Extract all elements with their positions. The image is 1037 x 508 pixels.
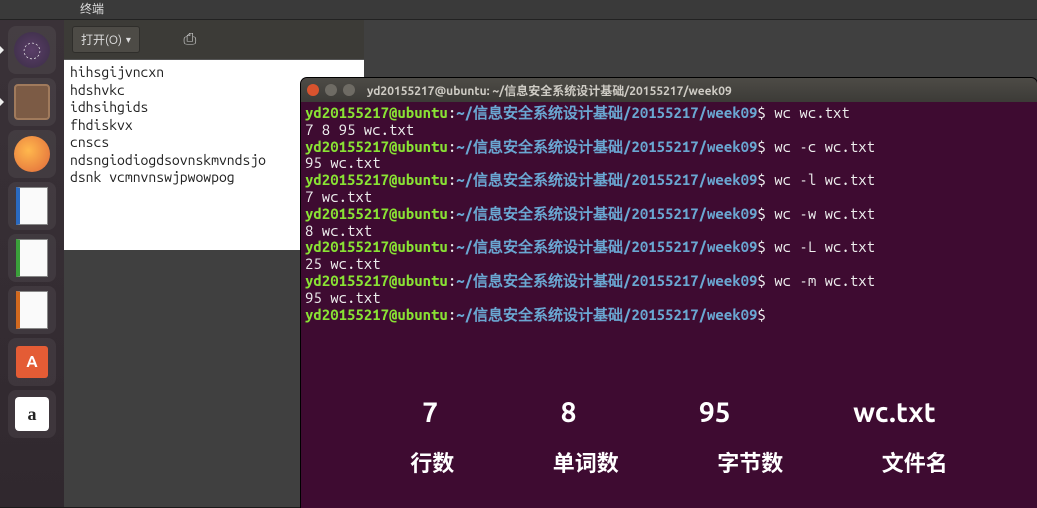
prompt-path: ~/信息安全系统设计基础/20155217/week09 (456, 272, 757, 289)
prompt-colon: : (448, 104, 456, 121)
prompt-path: ~/信息安全系统设计基础/20155217/week09 (456, 104, 757, 121)
prompt-path: ~/信息安全系统设计基础/20155217/week09 (456, 306, 757, 323)
prompt-path: ~/信息安全系统设计基础/20155217/week09 (456, 205, 757, 222)
launcher-item-dash[interactable]: ◌ (8, 26, 56, 74)
prompt-colon: : (448, 171, 456, 188)
launcher-bar: ◌ a (0, 20, 64, 507)
prompt-user: yd20155217@ubuntu (305, 171, 448, 188)
terminal-line: yd20155217@ubuntu:~/信息安全系统设计基础/20155217/… (305, 273, 1033, 290)
prompt-user: yd20155217@ubuntu (305, 306, 448, 323)
chevron-down-icon: ▾ (126, 34, 131, 46)
command-output: 95 wc.txt (305, 290, 1033, 307)
app-titlebar: 终端 (0, 0, 1037, 20)
overlay-label-filename: 文件名 (882, 446, 948, 478)
launcher-item-impress[interactable] (8, 286, 56, 334)
command-text: wc -m wc.txt (774, 272, 875, 289)
ubuntu-icon: ◌ (14, 32, 50, 68)
launcher-item-software[interactable] (8, 338, 56, 386)
overlay-values-row: 7 8 95 wc.txt (361, 397, 997, 428)
terminal-window: yd20155217@ubuntu: ~/信息安全系统设计基础/20155217… (301, 78, 1037, 508)
prompt-dollar: $ (757, 104, 774, 121)
command-text: wc -w wc.txt (774, 205, 875, 222)
presentation-icon (16, 291, 48, 329)
terminal-line: yd20155217@ubuntu:~/信息安全系统设计基础/20155217/… (305, 307, 1033, 324)
overlay-value-words: 8 (561, 397, 577, 428)
open-button-label: 打开(O) (81, 31, 122, 48)
prompt-dollar: $ (757, 138, 774, 155)
prompt-colon: : (448, 272, 456, 289)
firefox-icon (14, 136, 50, 172)
minimize-button[interactable] (325, 84, 337, 96)
command-output: 7 8 95 wc.txt (305, 122, 1033, 139)
wc-overlay: 7 8 95 wc.txt 行数 单词数 字节数 文件名 (361, 397, 997, 478)
terminal-titlebar[interactable]: yd20155217@ubuntu: ~/信息安全系统设计基础/20155217… (301, 78, 1037, 102)
overlay-labels-row: 行数 单词数 字节数 文件名 (361, 446, 997, 478)
prompt-user: yd20155217@ubuntu (305, 104, 448, 121)
launcher-item-calc[interactable] (8, 234, 56, 282)
amazon-icon: a (15, 397, 49, 431)
terminal-line: yd20155217@ubuntu:~/信息安全系统设计基础/20155217/… (305, 239, 1033, 256)
command-text: wc wc.txt (774, 104, 850, 121)
command-output: 95 wc.txt (305, 155, 1033, 172)
launcher-item-firefox[interactable] (8, 130, 56, 178)
terminal-line: yd20155217@ubuntu:~/信息安全系统设计基础/20155217/… (305, 105, 1033, 122)
workspace: 打开(O) ▾ ⎙ hihsgijvncxn hdshvkc idhsihgid… (64, 20, 1037, 507)
command-text: wc -L wc.txt (774, 238, 875, 255)
overlay-value-bytes: 95 (699, 397, 731, 428)
terminal-title: yd20155217@ubuntu: ~/信息安全系统设计基础/20155217… (367, 82, 732, 99)
launcher-item-amazon[interactable]: a (8, 390, 56, 438)
command-output: 7 wc.txt (305, 189, 1033, 206)
overlay-label-lines: 行数 (410, 446, 454, 478)
app-title: 终端 (80, 3, 104, 16)
close-button[interactable] (307, 84, 319, 96)
terminal-line: yd20155217@ubuntu:~/信息安全系统设计基础/20155217/… (305, 139, 1033, 156)
command-output: 8 wc.txt (305, 223, 1033, 240)
launcher-item-writer[interactable] (8, 182, 56, 230)
prompt-user: yd20155217@ubuntu (305, 138, 448, 155)
command-text: wc -c wc.txt (774, 138, 875, 155)
launcher-item-files[interactable] (8, 78, 56, 126)
overlay-value-filename: wc.txt (853, 397, 936, 428)
prompt-colon: : (448, 238, 456, 255)
terminal-line: yd20155217@ubuntu:~/信息安全系统设计基础/20155217/… (305, 172, 1033, 189)
command-output: 25 wc.txt (305, 256, 1033, 273)
command-text: wc -l wc.txt (774, 171, 875, 188)
overlay-value-lines: 7 (422, 397, 438, 428)
document-icon (16, 187, 48, 225)
terminal-line: yd20155217@ubuntu:~/信息安全系统设计基础/20155217/… (305, 206, 1033, 223)
prompt-dollar: $ (757, 306, 765, 323)
new-tab-button[interactable]: ⎙ (178, 28, 202, 52)
software-center-icon (16, 346, 48, 378)
prompt-colon: : (448, 306, 456, 323)
prompt-colon: : (448, 138, 456, 155)
prompt-user: yd20155217@ubuntu (305, 272, 448, 289)
prompt-colon: : (448, 205, 456, 222)
prompt-path: ~/信息安全系统设计基础/20155217/week09 (456, 238, 757, 255)
gedit-toolbar: 打开(O) ▾ ⎙ (64, 20, 364, 60)
prompt-dollar: $ (757, 272, 774, 289)
maximize-button[interactable] (343, 84, 355, 96)
terminal-body[interactable]: yd20155217@ubuntu:~/信息安全系统设计基础/20155217/… (301, 102, 1037, 326)
files-icon (14, 84, 50, 120)
spreadsheet-icon (16, 239, 48, 277)
prompt-path: ~/信息安全系统设计基础/20155217/week09 (456, 171, 757, 188)
prompt-user: yd20155217@ubuntu (305, 238, 448, 255)
prompt-dollar: $ (757, 171, 774, 188)
prompt-dollar: $ (757, 238, 774, 255)
overlay-label-words: 单词数 (553, 446, 619, 478)
open-button[interactable]: 打开(O) ▾ (72, 26, 140, 53)
prompt-user: yd20155217@ubuntu (305, 205, 448, 222)
prompt-dollar: $ (757, 205, 774, 222)
prompt-path: ~/信息安全系统设计基础/20155217/week09 (456, 138, 757, 155)
new-tab-icon: ⎙ (184, 30, 197, 49)
overlay-label-bytes: 字节数 (717, 446, 783, 478)
